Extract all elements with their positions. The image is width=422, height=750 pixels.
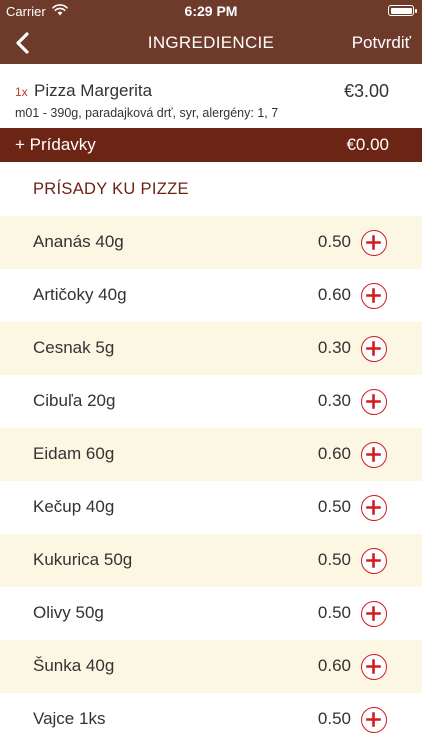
ingredient-name: Ananás 40g xyxy=(33,232,124,251)
plus-circle-icon xyxy=(366,288,381,303)
app-header: Carrier 6:29 PM INGREDIENCIE Potvrdiť xyxy=(0,0,422,64)
add-ingredient-button[interactable] xyxy=(361,442,387,468)
ingredient-name: Šunka 40g xyxy=(33,656,115,675)
plus-circle-icon xyxy=(366,712,381,727)
ingredient-price: 0.60 xyxy=(317,285,351,304)
section-title: PRÍSADY KU PIZZE xyxy=(33,180,189,198)
order-item: 1x Pizza Margerita €3.00 m01 - 390g, par… xyxy=(0,64,422,128)
extras-total: €0.00 xyxy=(346,135,389,154)
ingredient-row[interactable]: Kukurica 50g 0.50 xyxy=(0,534,422,587)
ingredient-name: Kečup 40g xyxy=(33,497,115,516)
confirm-button[interactable]: Potvrdiť xyxy=(352,33,411,53)
extras-label: + Prídavky xyxy=(15,135,96,154)
item-quantity: 1x xyxy=(15,85,28,99)
plus-circle-icon xyxy=(366,341,381,356)
ingredient-price: 0.60 xyxy=(317,656,351,675)
add-ingredient-button[interactable] xyxy=(361,654,387,680)
add-ingredient-button[interactable] xyxy=(361,601,387,627)
nav-bar: INGREDIENCIE Potvrdiť xyxy=(0,20,422,64)
ingredient-name: Cibuľa 20g xyxy=(33,391,116,410)
ingredient-list: Ananás 40g 0.50 Artičoky 40g 0.60 Cesnak… xyxy=(0,216,422,746)
plus-circle-icon xyxy=(366,447,381,462)
ingredient-name: Artičoky 40g xyxy=(33,285,127,304)
add-ingredient-button[interactable] xyxy=(361,707,387,733)
plus-circle-icon xyxy=(366,659,381,674)
ingredient-row[interactable]: Vajce 1ks 0.50 xyxy=(0,693,422,746)
item-name: Pizza Margerita xyxy=(34,81,153,100)
ingredient-row[interactable]: Kečup 40g 0.50 xyxy=(0,481,422,534)
ingredient-row[interactable]: Artičoky 40g 0.60 xyxy=(0,269,422,322)
ingredient-row[interactable]: Eidam 60g 0.60 xyxy=(0,428,422,481)
ingredient-price: 0.50 xyxy=(317,497,351,516)
ingredient-price: 0.50 xyxy=(317,232,351,251)
ingredient-name: Kukurica 50g xyxy=(33,550,133,569)
ingredient-price: 0.50 xyxy=(317,709,351,728)
add-ingredient-button[interactable] xyxy=(361,389,387,415)
add-ingredient-button[interactable] xyxy=(361,548,387,574)
ingredient-row[interactable]: Olivy 50g 0.50 xyxy=(0,587,422,640)
item-price: €3.00 xyxy=(343,81,389,101)
ingredient-price: 0.50 xyxy=(317,603,351,622)
ingredient-price: 0.50 xyxy=(317,550,351,569)
ingredient-name: Olivy 50g xyxy=(33,603,104,622)
plus-circle-icon xyxy=(366,235,381,250)
ingredient-row[interactable]: Ananás 40g 0.50 xyxy=(0,216,422,269)
ingredient-name: Vajce 1ks xyxy=(33,709,106,728)
plus-circle-icon xyxy=(366,500,381,515)
item-description: m01 - 390g, paradajková drť, syr, alergé… xyxy=(15,106,279,120)
ingredient-price: 0.60 xyxy=(317,444,351,463)
add-ingredient-button[interactable] xyxy=(361,495,387,521)
plus-circle-icon xyxy=(366,553,381,568)
ingredient-price: 0.30 xyxy=(317,391,351,410)
plus-circle-icon xyxy=(366,394,381,409)
ingredient-price: 0.30 xyxy=(317,338,351,357)
plus-circle-icon xyxy=(366,606,381,621)
ingredient-name: Cesnak 5g xyxy=(33,338,115,357)
add-ingredient-button[interactable] xyxy=(361,336,387,362)
extras-bar[interactable]: + Prídavky €0.00 xyxy=(0,128,422,162)
add-ingredient-button[interactable] xyxy=(361,230,387,256)
ingredient-row[interactable]: Šunka 40g 0.60 xyxy=(0,640,422,693)
ingredient-row[interactable]: Cesnak 5g 0.30 xyxy=(0,322,422,375)
status-bar: Carrier 6:29 PM xyxy=(0,0,422,20)
battery-icon xyxy=(388,5,417,16)
status-time: 6:29 PM xyxy=(184,3,238,19)
add-ingredient-button[interactable] xyxy=(361,283,387,309)
ingredient-row[interactable]: Cibuľa 20g 0.30 xyxy=(0,375,422,428)
ingredient-name: Eidam 60g xyxy=(33,444,115,463)
